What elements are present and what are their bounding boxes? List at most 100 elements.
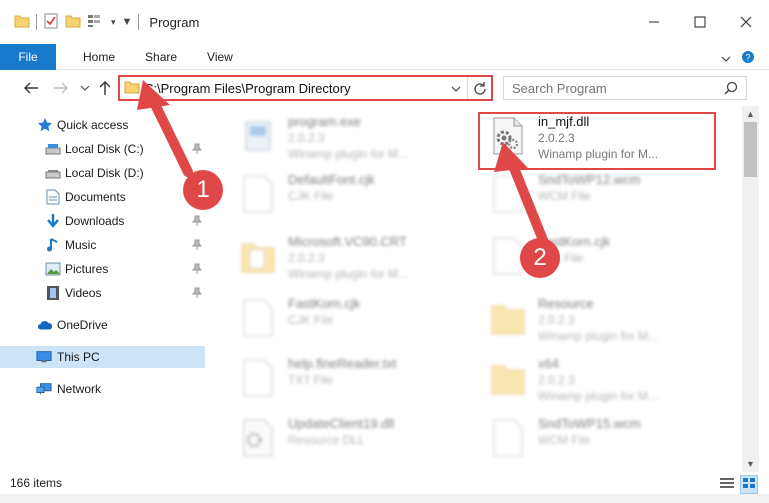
folder-item[interactable]: Microsoft.VC90.CRT 2.0.2.3 Winamp plugin… [220, 228, 460, 286]
sidebar-item-documents[interactable]: Documents [0, 186, 205, 208]
step-badge-1: 1 [183, 170, 223, 210]
folder-item[interactable]: Resource 2.0.2.3 Winamp plugin for M... [470, 290, 710, 348]
scroll-up-icon[interactable]: ▲ [746, 109, 755, 119]
search-icon [724, 81, 738, 98]
file-name: DefaultFont.cjk [288, 172, 375, 187]
file-type: CJK File [288, 313, 334, 327]
sidebar-item-local-disk-d[interactable]: Local Disk (D:) [0, 162, 205, 184]
file-item[interactable]: help.fineReader.txt TXT File [220, 350, 460, 408]
tiles-view-icon[interactable] [740, 475, 758, 494]
sidebar-item-music[interactable]: Music [0, 234, 205, 256]
download-arrow-icon [45, 213, 61, 229]
tab-view[interactable]: View [192, 50, 248, 64]
address-bar[interactable]: C:\Program Files\Program Directory [118, 75, 493, 101]
highlight-box [478, 112, 716, 170]
customize-qat-icon[interactable]: ▼ [122, 16, 133, 28]
address-path[interactable]: C:\Program Files\Program Directory [144, 81, 351, 96]
back-button[interactable] [22, 79, 40, 97]
scroll-down-icon[interactable]: ▼ [746, 459, 755, 469]
tab-share[interactable]: Share [130, 50, 192, 64]
up-button[interactable] [96, 79, 114, 97]
details-view-icon[interactable] [719, 476, 735, 493]
pin-icon[interactable] [191, 263, 203, 278]
file-item[interactable]: UpdateClient19.dll Resource DLL [220, 410, 460, 468]
pin-icon[interactable] [191, 287, 203, 302]
file-name: program.exe [288, 114, 361, 129]
sidebar-item-label: Pictures [65, 262, 109, 276]
folder-icon [240, 236, 276, 276]
file-item[interactable]: FastKorn.cjk CJK File [220, 290, 460, 348]
pin-icon[interactable] [191, 215, 203, 230]
search-input[interactable] [512, 80, 712, 96]
sidebar-item-downloads[interactable]: Downloads [0, 210, 205, 232]
drive-icon [45, 165, 61, 181]
tab-file[interactable]: File [0, 43, 56, 70]
minimize-button[interactable] [631, 0, 677, 44]
tab-home[interactable]: Home [68, 50, 130, 64]
sidebar-item-label: Videos [65, 286, 102, 300]
file-version: 2.0.2.3 [538, 313, 575, 327]
file-item[interactable]: FastKorn.cjk CJK File [470, 228, 710, 286]
sidebar-item-label: Documents [65, 190, 126, 204]
svg-text:?: ? [745, 53, 750, 63]
address-dropdown-icon[interactable] [451, 82, 461, 96]
file-description: Winamp plugin for M... [288, 147, 409, 161]
window-controls [631, 0, 769, 44]
sidebar-item-label: This PC [57, 350, 100, 364]
documents-icon [45, 189, 61, 205]
title-bar: ▾ ▼ Program [0, 0, 769, 44]
file-version: 2.0.2.3 [288, 131, 325, 145]
file-type: WCM File [538, 189, 591, 203]
sidebar-item-quick-access[interactable]: Quick access [0, 114, 205, 136]
view-toggle [719, 475, 758, 494]
help-icon[interactable]: ? [741, 50, 755, 67]
search-box[interactable] [503, 76, 747, 100]
file-type: CJK File [288, 189, 334, 203]
folder-icon [490, 358, 526, 398]
status-bar: 166 items [0, 472, 769, 494]
new-folder-icon[interactable] [65, 14, 81, 31]
expand-ribbon-icon[interactable] [721, 52, 731, 66]
sidebar-item-local-disk-c[interactable]: Local Disk (C:) [0, 138, 205, 160]
file-type: Resource DLL [288, 433, 365, 447]
forward-button[interactable] [52, 79, 70, 97]
pin-icon[interactable] [191, 143, 203, 158]
sidebar-item-label: Music [65, 238, 97, 252]
cloud-icon [37, 317, 53, 333]
blank-file-icon [490, 174, 526, 214]
vertical-scrollbar[interactable]: ▲ ▼ [742, 106, 759, 472]
file-name: SndToWP15.wcm [538, 416, 641, 431]
sidebar-item-pictures[interactable]: Pictures [0, 258, 205, 280]
close-button[interactable] [723, 0, 769, 44]
file-name: help.fineReader.txt [288, 356, 397, 371]
pin-icon[interactable] [191, 239, 203, 254]
maximize-button[interactable] [677, 0, 723, 44]
file-item[interactable]: DefaultFont.cjk CJK File [220, 166, 460, 224]
file-item[interactable]: SndToWP15.wcm WCM File [470, 410, 710, 468]
recent-locations-button[interactable] [76, 79, 94, 97]
file-name: SndToWP12.wcm [538, 172, 641, 187]
view-options-icon[interactable] [87, 14, 105, 31]
sidebar-item-network[interactable]: Network [0, 378, 205, 400]
blank-file-icon [240, 358, 276, 398]
sidebar-item-this-pc[interactable]: This PC [0, 346, 205, 368]
file-item[interactable]: program.exe 2.0.2.3 Winamp plugin for M.… [220, 108, 460, 166]
sidebar-item-label: OneDrive [57, 318, 108, 332]
qat-dropdown-icon[interactable]: ▾ [111, 17, 116, 28]
file-type: TXT File [288, 373, 334, 387]
file-item[interactable]: SndToWP12.wcm WCM File [470, 166, 710, 224]
refresh-button[interactable] [467, 77, 491, 99]
folder-item[interactable]: x64 2.0.2.3 Winamp plugin for M... [470, 350, 710, 408]
sidebar-item-videos[interactable]: Videos [0, 282, 205, 304]
scroll-thumb[interactable] [744, 122, 757, 177]
properties-icon[interactable] [43, 13, 59, 32]
window-title: Program [149, 14, 200, 30]
file-description: Winamp plugin for M... [538, 329, 659, 343]
music-note-icon [45, 237, 61, 253]
folder-icon[interactable] [14, 14, 30, 31]
sidebar-item-onedrive[interactable]: OneDrive [0, 314, 205, 336]
monitor-icon [36, 349, 52, 365]
file-version: 2.0.2.3 [288, 251, 325, 265]
sidebar-item-label: Downloads [65, 214, 125, 228]
sidebar-item-label: Network [57, 382, 102, 396]
